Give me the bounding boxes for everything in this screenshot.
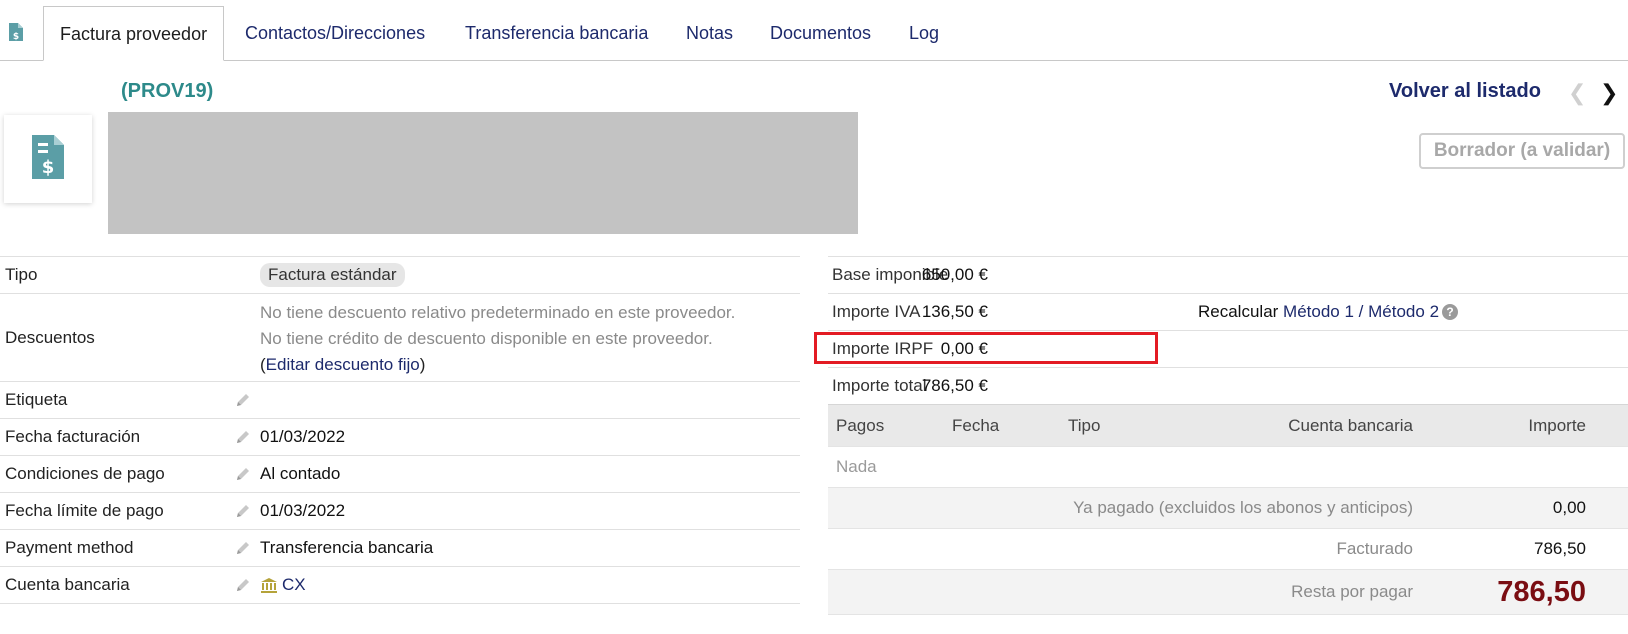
redacted-supplier-info [108,112,858,234]
pencil-icon[interactable] [234,502,252,520]
header-fecha: Fecha [952,416,1000,435]
bank-account-link[interactable]: CX [282,575,306,595]
header-cuenta-bancaria: Cuenta bancaria [1288,416,1413,435]
tab-documentos[interactable]: Documentos [770,6,871,59]
invoice-document-icon: $ [32,135,64,179]
remaining-row: Resta por pagar 786,50 [828,569,1628,615]
field-value: 01/03/2022 [260,501,346,520]
tab-notas[interactable]: Notas [686,6,733,59]
field-label: Fecha facturación [5,427,141,446]
invoice-fields-table: Tipo Factura estándar Descuentos No tien… [0,256,800,604]
method-1-link[interactable]: Método 1 [1283,302,1354,321]
pencil-icon[interactable] [234,391,252,409]
field-value: Al contado [260,464,341,483]
tab-log[interactable]: Log [909,6,939,59]
bank-icon [261,578,277,593]
field-label: Descuentos [5,327,95,347]
field-row-descuentos: Descuentos No tiene descuento relativo p… [0,293,800,381]
pencil-icon[interactable] [234,576,252,594]
edit-discount-line: (Editar descuento fijo) [260,355,426,374]
amount-label: Importe total [832,376,927,395]
amount-value: 0,00 € [940,339,988,358]
pencil-icon[interactable] [234,465,252,483]
pencil-icon[interactable] [234,539,252,557]
previous-record-icon[interactable]: ❮ [1568,80,1586,106]
header-pagos: Pagos [836,416,885,435]
tab-transferencia-bancaria[interactable]: Transferencia bancaria [465,6,648,59]
payments-empty-row: Nada [828,446,1628,487]
field-row-etiqueta: Etiqueta [0,381,800,418]
edit-fixed-discount-link[interactable]: Editar descuento fijo [266,355,420,374]
status-badge: Borrador (a validar) [1419,133,1625,169]
amount-row-iva: Importe IVA 136,50 € Recalcular Método 1… [828,293,1628,330]
header-tipo: Tipo [1068,416,1101,435]
field-row-cuenta-bancaria: Cuenta bancaria CX [0,566,800,604]
paid-row: Ya pagado (excluidos los abonos y antici… [828,487,1628,528]
tab-factura-proveedor[interactable]: Factura proveedor [43,6,225,61]
payments-table-header: Pagos Fecha Tipo Cuenta bancaria Importe [828,404,1628,446]
billed-value: 786,50 [1534,539,1586,558]
help-icon[interactable]: ? [1442,304,1459,320]
invoice-icon: $ [9,23,23,42]
amount-row-irpf: Importe IRPF 0,00 € [814,330,1628,367]
paid-label: Ya pagado (excluidos los abonos y antici… [1073,498,1413,517]
remaining-label: Resta por pagar [1291,582,1413,601]
invoice-type-badge: Factura estándar [260,263,405,287]
field-row-condiciones-pago: Condiciones de pago Al contado [0,455,800,492]
remaining-value: 786,50 [1497,576,1586,608]
field-value: 01/03/2022 [260,427,346,446]
amount-value: 136,50 € [921,302,988,321]
paid-value: 0,00 [1552,498,1586,517]
field-label: Cuenta bancaria [5,575,130,594]
amount-value: 650,00 € [921,265,988,284]
amount-value: 786,50 € [921,376,988,395]
tab-contactos-direcciones[interactable]: Contactos/Direcciones [245,6,425,59]
svg-text:$: $ [13,32,19,42]
invoice-document-thumbnail: $ [4,115,92,203]
tab-bar: $ Factura proveedor Contactos/Direccione… [0,0,1628,61]
field-label: Condiciones de pago [5,464,165,483]
back-to-list-link[interactable]: Volver al listado [1389,80,1541,103]
recalculate-options: Recalcular Método 1 / Método 2? [1198,294,1459,330]
svg-text:$: $ [42,157,55,178]
field-row-fecha-limite: Fecha límite de pago 01/03/2022 [0,492,800,529]
field-label: Payment method [5,538,134,557]
amount-label: Importe IRPF [832,339,934,358]
supplier-ref: (PROV19) [121,80,214,102]
pencil-icon[interactable] [234,428,252,446]
empty-text: Nada [836,457,877,476]
amount-row-base: Base imponible 650,00 € [828,256,1628,293]
amount-row-total: Importe total 786,50 € [828,367,1628,404]
field-value: Transferencia bancaria [260,538,434,557]
amounts-table: Base imponible 650,00 € Importe IVA 136,… [814,256,1628,615]
field-label: Fecha límite de pago [5,501,164,520]
header-importe: Importe [1528,416,1586,435]
relative-discount-text: No tiene descuento relativo predetermina… [260,303,736,322]
discount-credit-text: No tiene crédito de descuento disponible… [260,329,713,348]
field-row-fecha-facturacion: Fecha facturación 01/03/2022 [0,418,800,455]
billed-row: Facturado 786,50 [828,528,1628,569]
discount-info: No tiene descuento relativo predetermina… [260,300,735,378]
field-row-payment-method: Payment method Transferencia bancaria [0,529,800,566]
field-row-tipo: Tipo Factura estándar [0,256,800,293]
next-record-icon[interactable]: ❯ [1600,80,1618,106]
field-label: Etiqueta [5,390,68,409]
method-2-link[interactable]: Método 2 [1368,302,1439,321]
billed-label: Facturado [1336,539,1413,558]
field-label: Tipo [5,265,38,284]
amount-label: Importe IVA [832,302,921,321]
